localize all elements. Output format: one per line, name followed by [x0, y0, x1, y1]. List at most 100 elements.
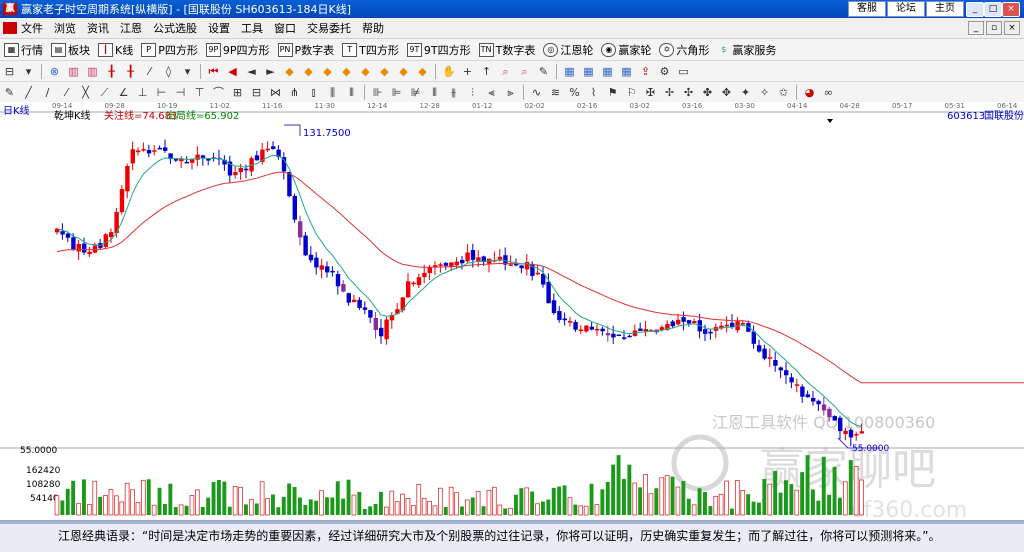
percent-icon[interactable]: % — [568, 86, 581, 99]
fib-icon[interactable]: ⊪ — [371, 86, 384, 99]
mdi-restore-icon[interactable]: ▫ — [986, 21, 1002, 35]
settings-icon[interactable]: ⚙ — [658, 65, 671, 78]
menu-settings[interactable]: 设置 — [208, 20, 230, 36]
toolbar-kline[interactable]: ┃ K线 — [98, 42, 133, 58]
menu-file[interactable]: 文件 — [21, 20, 43, 36]
line-tool-3[interactable]: ⁄ — [60, 86, 73, 99]
diamond-icon-3[interactable]: ◆ — [321, 65, 334, 78]
menu-window[interactable]: 窗口 — [274, 20, 296, 36]
mark-icon-8[interactable]: ✥ — [720, 86, 733, 99]
link-service[interactable]: 客服 — [848, 1, 886, 17]
chart-icon-a[interactable]: ▥ — [67, 65, 80, 78]
mark-icon-4[interactable]: ✠ — [644, 86, 657, 99]
cycle-icon-2[interactable]: ≋ — [549, 86, 562, 99]
diamond-icon-2[interactable]: ◆ — [302, 65, 315, 78]
fib-icon-2[interactable]: ⊫ — [390, 86, 403, 99]
mark-icon-2[interactable]: ⚑ — [606, 86, 619, 99]
line-tool-18[interactable]: ⦀ — [345, 86, 358, 99]
line-tool-8[interactable]: ⊢ — [155, 86, 168, 99]
table-icon-c[interactable]: ▦ — [601, 65, 614, 78]
line-icon[interactable]: ⁄ — [143, 65, 156, 78]
maximize-icon[interactable]: □ — [984, 2, 1002, 17]
fib-icon-3[interactable]: ⊯ — [409, 86, 422, 99]
fib-icon-5[interactable]: ⫵ — [447, 86, 460, 99]
minimize-icon[interactable]: _ — [966, 2, 984, 17]
link-forum[interactable]: 论坛 — [887, 1, 925, 17]
line-tool-10[interactable]: ⊤ — [193, 86, 206, 99]
line-tool-5[interactable]: ⟋ — [98, 86, 111, 99]
toolbar-service[interactable]: $ 赢家服务 — [717, 42, 776, 58]
chart-icon-b[interactable]: ▥ — [86, 65, 99, 78]
fib-icon-6[interactable]: ⫶ — [466, 86, 479, 99]
mark-icon-11[interactable]: ✩ — [777, 86, 790, 99]
line-tool-9[interactable]: ⊣ — [174, 86, 187, 99]
cycle-icon[interactable]: ∿ — [530, 86, 543, 99]
toolbar-quotes[interactable]: ▦ 行情 — [4, 42, 43, 58]
crosshair-icon[interactable]: + — [461, 65, 474, 78]
table-icon-b[interactable]: ▦ — [582, 65, 595, 78]
menu-formula[interactable]: 公式选股 — [153, 20, 197, 36]
kline-chart[interactable]: 09-14 09-28 10-19 11-02 11-16 11-30 12-14 12-28… — [0, 102, 1024, 523]
dropdown-icon[interactable]: ▾ — [22, 65, 35, 78]
menu-gann[interactable]: 江恩 — [120, 20, 142, 36]
layout-icon[interactable]: ⊟ — [3, 65, 16, 78]
toolbar-hexagon[interactable]: ✡ 六角形 — [659, 42, 709, 58]
forward-icon[interactable]: ► — [264, 65, 277, 78]
line-tool-2[interactable]: ∕ — [41, 86, 54, 99]
close-icon[interactable]: × — [1002, 2, 1020, 17]
diamond-icon-5[interactable]: ◆ — [359, 65, 372, 78]
toolbar-t-square[interactable]: T T四方形 — [342, 42, 399, 58]
line-tool-12[interactable]: ⊞ — [231, 86, 244, 99]
mark-icon-7[interactable]: ✤ — [701, 86, 714, 99]
line-tool-1[interactable]: ╱ — [22, 86, 35, 99]
toolbar-sector[interactable]: ▤ 板块 — [51, 42, 90, 58]
dropdown-icon-2[interactable]: ▾ — [181, 65, 194, 78]
zoom-icon-2[interactable]: ⌕ — [518, 65, 531, 78]
mark-icon[interactable]: ✎ — [537, 65, 550, 78]
line-tool-17[interactable]: ⫼ — [326, 86, 339, 99]
mark-icon-5[interactable]: ✢ — [663, 86, 676, 99]
line-tool-11[interactable]: ⌒ — [212, 86, 225, 99]
menu-browse[interactable]: 浏览 — [54, 20, 76, 36]
mdi-minimize-icon[interactable]: _ — [968, 21, 984, 35]
mark-icon-9[interactable]: ✦ — [739, 86, 752, 99]
mark-icon-10[interactable]: ✧ — [758, 86, 771, 99]
first-icon[interactable]: ⏮ — [207, 65, 220, 78]
toolbar-p-table[interactable]: PN P数字表 — [277, 42, 334, 58]
line-tool-13[interactable]: ⊟ — [250, 86, 263, 99]
bar-icon-b[interactable]: ╂ — [124, 65, 137, 78]
window-icon[interactable]: ▭ — [677, 65, 690, 78]
fib-icon-8[interactable]: ⫸ — [504, 86, 517, 99]
menu-trade[interactable]: 交易委托 — [307, 20, 351, 36]
up-icon[interactable]: ↑ — [480, 65, 493, 78]
diamond-icon-1[interactable]: ◆ — [283, 65, 296, 78]
diamond-icon-4[interactable]: ◆ — [340, 65, 353, 78]
infinity-icon[interactable]: ∞ — [822, 86, 835, 99]
table-icon-a[interactable]: ▦ — [563, 65, 576, 78]
mark-icon-6[interactable]: ✣ — [682, 86, 695, 99]
toolbar-p-square[interactable]: P P四方形 — [141, 42, 198, 58]
back-icon[interactable]: ◄ — [245, 65, 258, 78]
line-tool-14[interactable]: ⋈ — [269, 86, 282, 99]
table-icon-d[interactable]: ▦ — [620, 65, 633, 78]
line-tool-6[interactable]: ∠ — [117, 86, 130, 99]
diamond-icon-7[interactable]: ◆ — [397, 65, 410, 78]
toolbar-9p-square[interactable]: 9P 9P四方形 — [205, 42, 270, 58]
palette-icon[interactable]: ◕ — [803, 86, 816, 99]
target-icon[interactable]: ⊗ — [48, 65, 61, 78]
menu-tools[interactable]: 工具 — [241, 20, 263, 36]
line-tool-7[interactable]: ⊥ — [136, 86, 149, 99]
line-tool-4[interactable]: ╳ — [79, 86, 92, 99]
export-icon[interactable]: ⇪ — [639, 65, 652, 78]
mark-icon-3[interactable]: ⚐ — [625, 86, 638, 99]
pen-icon[interactable]: ✎ — [3, 86, 16, 99]
line-tool-16[interactable]: ⫾ — [307, 86, 320, 99]
chart-area[interactable]: 09-14 09-28 10-19 11-02 11-16 11-30 12-14 12-28… — [0, 102, 1024, 523]
toolbar-winner-wheel[interactable]: ◉ 赢家轮 — [601, 42, 651, 58]
horizontal-scrollbar[interactable] — [0, 521, 1024, 524]
hand-icon[interactable]: ✋ — [442, 65, 456, 78]
diamond-icon-6[interactable]: ◆ — [378, 65, 391, 78]
link-home[interactable]: 主页 — [926, 1, 964, 17]
fib-icon-7[interactable]: ⫷ — [485, 86, 498, 99]
toolbar-t-table[interactable]: TN T数字表 — [478, 42, 535, 58]
